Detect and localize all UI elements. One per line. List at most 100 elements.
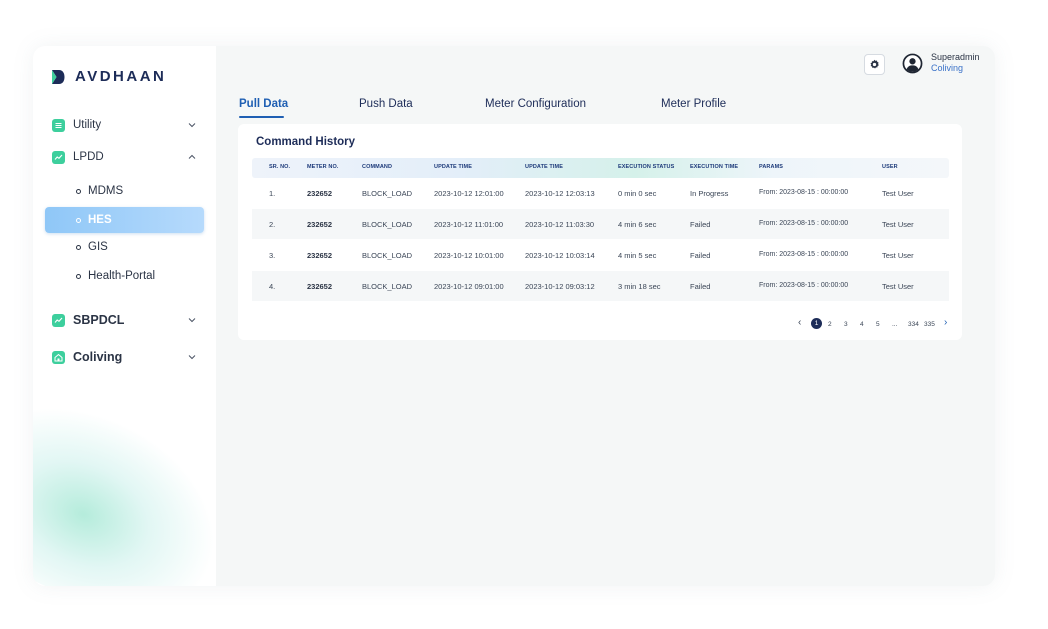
card-title: Command History xyxy=(256,136,356,148)
table-cell: 2023-10-12 09:03:12 xyxy=(525,282,595,291)
sidebar-group-lpdd[interactable]: LPDD xyxy=(33,144,216,170)
pagination: ‹ 1 2 3 4 5... 334 335 › xyxy=(798,317,958,332)
page-button[interactable]: 2 xyxy=(828,321,832,328)
table-cell: 2023-10-12 11:01:00 xyxy=(434,220,504,229)
tab-label: Pull Data xyxy=(239,98,289,110)
column-header: COMMAND xyxy=(362,164,393,170)
column-header: METER NO. xyxy=(307,164,339,170)
tab-bar: Pull Data Push Data Meter Configuration … xyxy=(239,98,979,118)
tab-label: Push Data xyxy=(359,98,413,110)
page-button[interactable]: 334 xyxy=(908,321,919,328)
user-name: Superadmin xyxy=(931,52,980,62)
prev-page-button[interactable]: ‹ xyxy=(798,317,801,328)
tab-meter-profile[interactable]: Meter Profile xyxy=(661,98,726,110)
table-cell: BLOCK_LOAD xyxy=(362,251,413,260)
table-cell: BLOCK_LOAD xyxy=(362,282,413,291)
sidebar-item-label: GIS xyxy=(88,241,108,253)
sidebar-item-mdms[interactable]: MDMS xyxy=(45,178,204,204)
brand-logo[interactable]: AVDHAAN xyxy=(51,68,166,85)
table-cell: 3 min 18 sec xyxy=(618,282,661,291)
chart-icon xyxy=(52,313,65,327)
chevron-down-icon xyxy=(188,318,196,323)
column-header: EXECUTION STATUS xyxy=(618,164,675,170)
page-button[interactable]: 335 xyxy=(924,321,935,328)
brand-mark-icon xyxy=(52,69,65,84)
bullet-icon xyxy=(76,273,81,279)
bullet-icon xyxy=(76,217,81,223)
table-cell: Test User xyxy=(882,189,914,198)
sidebar-item-health-portal[interactable]: Health-Portal xyxy=(45,263,204,289)
table-header: SR. NO. METER NO. COMMAND UPDATE TIME UP… xyxy=(252,158,949,178)
table-cell: BLOCK_LOAD xyxy=(362,220,413,229)
column-header: EXECUTION TIME xyxy=(690,164,739,170)
brand-name: AVDHAAN xyxy=(75,68,167,85)
table-cell: 2023-10-12 12:03:13 xyxy=(525,189,595,198)
page-ellipsis: ... xyxy=(892,321,898,328)
sidebar-group-label: Coliving xyxy=(73,350,123,364)
table-cell: From: 2023-08-15 : 00:00:00 xyxy=(759,220,849,227)
table-row[interactable]: 1. 232652 BLOCK_LOAD 2023-10-12 12:01:00 202… xyxy=(252,178,949,208)
chevron-down-icon xyxy=(188,123,196,128)
tab-meter-configuration[interactable]: Meter Configuration xyxy=(485,98,586,110)
column-header: UPDATE TIME xyxy=(434,164,472,170)
table-cell: 232652 xyxy=(307,251,333,260)
sidebar-group-label: LPDD xyxy=(73,151,104,163)
settings-button[interactable] xyxy=(864,54,885,75)
page-button[interactable]: 1 xyxy=(811,318,822,329)
command-history-card: Command History SR. NO. METER NO. COMMAN… xyxy=(238,124,962,340)
chevron-down-icon xyxy=(188,355,196,360)
gear-icon xyxy=(870,59,879,69)
table-row[interactable]: 4. 232652 BLOCK_LOAD 2023-10-12 09:01:00 202… xyxy=(252,271,949,301)
table-cell: 4 min 5 sec xyxy=(618,251,657,260)
app-window: AVDHAAN Utility LPDD MDMS HES GIS Health… xyxy=(33,46,995,586)
table-row[interactable]: 2. 232652 BLOCK_LOAD 2023-10-12 11:01:00 202… xyxy=(252,209,949,239)
table-cell: Test User xyxy=(882,251,914,260)
sidebar-item-hes[interactable]: HES xyxy=(45,207,204,233)
page-button[interactable]: 4 xyxy=(860,321,864,328)
tab-push-data[interactable]: Push Data xyxy=(359,98,413,110)
tab-pull-data[interactable]: Pull Data xyxy=(239,98,289,118)
active-tab-indicator xyxy=(239,116,284,118)
table-cell: In Progress xyxy=(690,189,729,198)
bullet-icon xyxy=(76,188,81,194)
table-cell: 0 min 0 sec xyxy=(618,189,657,198)
table-cell: Failed xyxy=(690,282,711,291)
table-row[interactable]: 3. 232652 BLOCK_LOAD 2023-10-12 10:01:00 202… xyxy=(252,240,949,270)
table-cell: From: 2023-08-15 : 00:00:00 xyxy=(759,282,849,289)
sidebar-decoration xyxy=(33,385,216,586)
sidebar-group-utility[interactable]: Utility xyxy=(33,112,216,138)
sidebar-group-sbpdcl[interactable]: SBPDCL xyxy=(33,307,216,333)
sidebar-group-coliving[interactable]: Coliving xyxy=(33,344,216,370)
table-cell: From: 2023-08-15 : 00:00:00 xyxy=(759,189,849,196)
sidebar-group-label: Utility xyxy=(73,119,102,131)
column-header: SR. NO. xyxy=(269,164,291,170)
table-cell: 2023-10-12 10:03:14 xyxy=(525,251,595,260)
sidebar-item-gis[interactable]: GIS xyxy=(45,234,204,260)
column-header: USER xyxy=(882,164,898,170)
table-cell: Failed xyxy=(690,251,711,260)
tab-label: Meter Profile xyxy=(661,98,727,110)
table-cell: Test User xyxy=(882,220,914,229)
table-cell: 1. xyxy=(269,189,276,198)
table-cell: 2023-10-12 11:03:30 xyxy=(525,220,595,229)
table-cell: 232652 xyxy=(307,189,333,198)
tab-label: Meter Configuration xyxy=(485,98,586,110)
sidebar-item-label: HES xyxy=(88,214,112,226)
bullet-icon xyxy=(76,244,81,250)
avatar-icon xyxy=(902,53,923,73)
column-header: PARAMS xyxy=(759,164,784,170)
user-menu[interactable]: Superadmin Coliving xyxy=(902,52,980,74)
page-button[interactable]: 5 xyxy=(876,321,880,328)
page-button[interactable]: 3 xyxy=(844,321,848,328)
next-page-button[interactable]: › xyxy=(944,317,947,328)
table-cell: 2023-10-12 12:01:00 xyxy=(434,189,504,198)
sidebar-item-label: MDMS xyxy=(88,185,124,197)
list-icon xyxy=(52,118,65,132)
home-icon xyxy=(52,350,65,364)
table-cell: Test User xyxy=(882,282,914,291)
user-organization: Coliving xyxy=(931,63,964,73)
table-cell: 232652 xyxy=(307,220,333,229)
table-cell: 4. xyxy=(269,282,276,291)
table-cell: 2023-10-12 10:01:00 xyxy=(434,251,504,260)
table-cell: 3. xyxy=(269,251,276,260)
